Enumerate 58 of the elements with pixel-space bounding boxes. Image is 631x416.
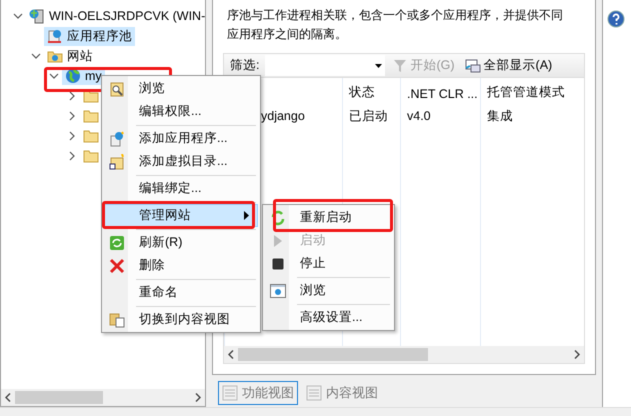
stop-icon — [272, 258, 284, 270]
menu-item[interactable]: 停止 — [265, 252, 392, 275]
content-view-icon — [109, 312, 125, 328]
menu-item[interactable]: 浏览 — [265, 279, 392, 302]
add-folder-icon — [109, 154, 125, 170]
table-cell: 集成 — [480, 104, 584, 128]
description-text: 应用程序之间的隔离。 — [227, 26, 348, 43]
content-view-icon — [306, 385, 322, 401]
application-pool-icon — [47, 28, 63, 44]
menu-item[interactable]: 重命名 — [104, 281, 258, 304]
menu-item[interactable]: 高级设置... — [265, 306, 392, 329]
menu-item[interactable]: 删除 — [104, 254, 258, 277]
folder-icon — [83, 149, 99, 163]
play-icon — [273, 234, 283, 248]
filter-field[interactable] — [265, 55, 386, 76]
menu-item[interactable]: 浏览 — [104, 77, 258, 100]
menu-item[interactable]: 管理网站 — [104, 204, 258, 227]
menu-item[interactable]: 编辑绑定... — [104, 177, 258, 200]
menu-item[interactable]: 添加应用程序... — [104, 127, 258, 150]
submenu-arrow-icon — [244, 211, 249, 220]
tree-item[interactable]: 应用程序池 — [44, 26, 135, 46]
folder-icon — [83, 129, 99, 143]
column-header[interactable]: 托管管道模式 — [480, 78, 584, 104]
menu-item[interactable]: 切换到内容视图 — [104, 308, 258, 331]
refresh-icon — [109, 234, 125, 250]
filter-label: 筛选: — [230, 57, 260, 74]
description-text: 序池与工作进程相关联，包含一个或多个应用程序，并提供不同 — [227, 7, 564, 24]
scroll-left-icon[interactable] — [228, 350, 234, 359]
horizontal-scrollbar[interactable] — [1, 389, 205, 406]
globe-icon — [65, 68, 81, 84]
scroll-right-icon[interactable] — [195, 393, 201, 402]
dropdown-arrow-icon — [375, 64, 382, 68]
view-tab[interactable]: 内容视图 — [302, 381, 382, 405]
table-cell: 已启动 — [342, 104, 400, 128]
column-header[interactable]: 状态 — [342, 78, 400, 104]
server-icon — [29, 8, 45, 24]
browser-window-icon — [270, 284, 286, 298]
add-application-icon — [109, 130, 125, 146]
folder-icon — [83, 89, 99, 103]
list-view-icon — [222, 385, 238, 401]
menu-item[interactable]: 添加虚拟目录... — [104, 150, 258, 173]
filter-icon — [393, 58, 408, 72]
delete-icon — [109, 258, 125, 274]
show-all-button[interactable]: 全部显示(A) — [462, 57, 554, 74]
tree-item[interactable]: WIN-OELSJRDPCVK (WIN- — [26, 7, 205, 25]
restart-icon — [271, 210, 285, 226]
column-header[interactable]: .NET CLR ... — [400, 78, 480, 104]
help-icon[interactable] — [607, 10, 625, 28]
menu-item[interactable]: 刷新(R) — [104, 231, 258, 254]
magnifier-icon — [109, 80, 125, 96]
folder-icon — [83, 109, 99, 123]
scroll-right-icon[interactable] — [574, 350, 580, 359]
table-cell: v4.0 — [400, 104, 480, 128]
view-tab[interactable]: 功能视图 — [218, 381, 298, 405]
show-all-icon — [464, 58, 481, 72]
scroll-left-icon[interactable] — [5, 393, 11, 402]
tree-item[interactable]: 网站 — [44, 46, 96, 66]
horizontal-scrollbar[interactable] — [224, 346, 584, 363]
